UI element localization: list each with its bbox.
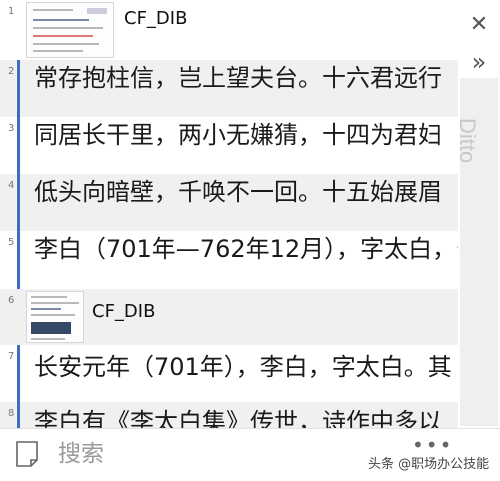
selection-bar [17, 402, 20, 428]
clip-index: 4 [8, 180, 15, 191]
close-icon[interactable]: ✕ [466, 12, 492, 37]
clip-format-label: CF_DIB [124, 8, 188, 29]
clip-item-6[interactable]: 6 CF_DIB [0, 289, 458, 345]
clip-index: 7 [8, 351, 15, 362]
side-panel: ✕ » Ditto [455, 0, 500, 481]
double-chevron-right-icon[interactable]: » [464, 48, 494, 76]
selection-bar [17, 345, 20, 402]
clip-item-4[interactable]: 4 低头向暗壁，千唤不一回。十五始展眉 [0, 174, 458, 231]
clip-index: 8 [8, 408, 15, 419]
clip-text: 李白（701年—762年12月），字太白，号 [34, 235, 458, 263]
watermark-text: 头条 @职场办公技能 [368, 457, 490, 472]
selection-bar [17, 117, 20, 174]
clip-thumbnail [26, 2, 114, 58]
clip-item-7[interactable]: 7 长安元年（701年），李白，字太白。其 [0, 345, 458, 402]
clip-index: 5 [8, 237, 15, 248]
clip-text: 低头向暗壁，千唤不一回。十五始展眉 [34, 178, 442, 206]
clip-text: 同居长干里，两小无嫌猜，十四为君妇 [34, 121, 442, 149]
search-input[interactable] [58, 437, 398, 471]
clip-item-2[interactable]: 2 常存抱柱信，岂上望夫台。十六君远行 [0, 60, 458, 117]
clip-text: 常存抱柱信，岂上望夫台。十六君远行 [34, 64, 442, 92]
clip-item-5[interactable]: 5 李白（701年—762年12月），字太白，号 [0, 231, 458, 289]
app-brand-label: Ditto [455, 118, 480, 164]
search-bar: ••• 头条 @职场办公技能 [0, 428, 500, 481]
clip-index: 6 [8, 295, 15, 306]
clip-list[interactable]: 1 CF_DIB 2 常存抱柱信，岂上望夫台。十六君远行 3 同居长干里，两小无… [0, 0, 458, 428]
clip-index: 3 [8, 123, 15, 134]
selection-bar [17, 231, 20, 289]
clip-index: 2 [8, 66, 15, 77]
brand-strip: Ditto [455, 78, 498, 426]
clip-item-1[interactable]: 1 CF_DIB [0, 0, 458, 60]
clip-text: 长安元年（701年），李白，字太白。其 [34, 353, 452, 381]
selection-bar [17, 60, 20, 117]
clip-item-3[interactable]: 3 同居长干里，两小无嫌猜，十四为君妇 [0, 117, 458, 174]
clip-text: 李白有《李太白集》传世，诗作中多以 [34, 408, 442, 428]
notes-icon[interactable] [14, 439, 40, 469]
clip-item-8[interactable]: 8 李白有《李太白集》传世，诗作中多以 [0, 402, 458, 428]
clip-format-label: CF_DIB [92, 301, 156, 322]
clip-index: 1 [8, 6, 15, 17]
clip-thumbnail [26, 291, 84, 343]
selection-bar [17, 174, 20, 231]
